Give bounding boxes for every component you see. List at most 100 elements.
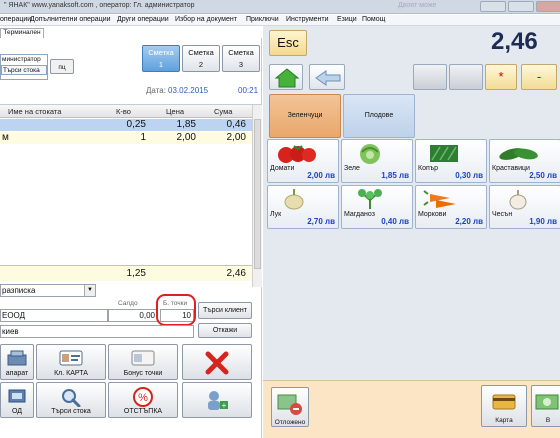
product-price: 1,90 лв [529,217,557,226]
card-payment-button[interactable]: Карта [481,385,527,427]
product-cucumbers[interactable]: Краставици 2,50 лв [489,139,560,183]
left-panel: министратор Търси стока пц Сметка 1 Смет… [0,38,262,438]
svg-text:%: % [138,392,148,404]
product-price: 2,70 лв [307,217,335,226]
cabbage-icon [360,144,380,164]
blank-button[interactable] [449,64,483,90]
table-row[interactable]: м 1 2,00 2,00 [0,132,252,144]
document-type-select[interactable]: разписка ▼ [0,284,96,297]
find-client-button[interactable]: Търси клиент [198,302,252,319]
onion-icon [284,189,304,210]
product-price: 2,20 лв [455,217,483,226]
back-button[interactable] [309,64,345,90]
product-dill[interactable]: Копър 0,30 лв [415,139,487,183]
blank-button[interactable] [413,64,447,90]
chevron-down-icon[interactable]: ▼ [84,285,95,296]
minus-button[interactable]: - [521,64,557,90]
esc-button[interactable]: Esc [269,30,307,56]
product-tomatoes[interactable]: Домати 2,00 лв [267,139,339,183]
menu-select-document[interactable]: Избор на документ [175,16,237,23]
pts-button[interactable]: пц [50,59,74,74]
product-name: Домати [270,165,295,172]
held-button[interactable]: Отложено [271,387,309,427]
close-window-button[interactable] [536,1,560,12]
cash-icon [535,394,559,410]
menu-operations[interactable]: операции [0,16,31,23]
highlight-ring [156,294,196,326]
menu-additional-operations[interactable]: Допълнителни операции [30,16,111,23]
function-button-label: Търси стока [51,408,91,415]
dill-icon [430,145,458,162]
arrow-left-icon [315,70,341,86]
operator-field[interactable]: киев [0,325,194,338]
cell-qty: 1 [140,132,146,143]
payment-strip: Отложено Карта В [263,380,560,438]
search-product-field[interactable]: Търси стока [1,65,47,75]
category-vegetables[interactable]: Зеленчуци [269,94,341,138]
window-title: " ЯНАК" www.yanaksoft.com , оператор: Гл… [4,2,195,9]
cancel-button[interactable]: Откажи [198,323,252,338]
cucumber-icon [499,148,538,160]
magnifier-icon [62,389,81,407]
menu-tools[interactable]: Инструменти [286,16,329,23]
tab-strip: Терминален [0,26,262,38]
right-panel: Esc 2,46 * - Зеленчуци Плодове Домати 2,… [263,26,560,438]
product-name: Зеле [344,165,360,172]
cash-label: В [545,417,551,424]
cash-register-button[interactable]: апарат [0,344,34,380]
product-name: Копър [418,165,439,172]
cash-register-icon [7,350,27,366]
delete-button[interactable] [182,344,252,380]
discount-button[interactable]: % ОТСТЪПКА [108,382,178,418]
bonus-card-icon [131,350,155,366]
col-sum-header: Сума [214,107,233,116]
function-button-label: Кл. КАРТА [54,370,88,377]
function-button-label: ОТСТЪПКА [123,408,163,415]
menu-languages[interactable]: Езици [337,16,357,23]
product-price: 2,50 лв [529,171,557,180]
bill-tab-number: 1 [158,60,164,69]
tab-terminal[interactable]: Терминален [0,28,44,38]
table-row[interactable]: 0,25 1,85 0,46 [0,119,252,131]
bill-tab-3[interactable]: Сметка 3 [222,45,260,72]
barcode-button[interactable]: ОД [0,382,34,418]
col-name-header: Име на стоката [8,107,62,116]
product-price: 2,00 лв [307,171,335,180]
menu-close[interactable]: Приключи [246,16,279,23]
product-onion[interactable]: Лук 2,70 лв [267,185,339,229]
add-user-button[interactable]: + [182,382,252,418]
minimize-button[interactable] [480,1,506,12]
client-card-button[interactable]: Кл. КАРТА [36,344,106,380]
cell-price: 2,00 [176,132,196,143]
product-price: 0,30 лв [455,171,483,180]
category-fruits[interactable]: Плодове [343,94,415,138]
grid-scrollbar[interactable] [252,105,262,287]
cell-qty: 0,25 [126,119,146,130]
bill-tab-number: 2 [198,60,204,69]
product-parsley[interactable]: Магданоз 0,40 лв [341,185,413,229]
menu-other-operations[interactable]: Други операции [117,16,169,23]
total-amount: 2,46 [491,28,538,55]
menu-help[interactable]: Помощ [362,16,385,23]
product-cabbage[interactable]: Зеле 1,85 лв [341,139,413,183]
cash-payment-button[interactable]: В [531,385,560,427]
product-garlic[interactable]: Чесън 1,90 лв [489,185,560,229]
client-name-field[interactable]: ЕООД [0,309,108,322]
bonus-points-button[interactable]: Бонус точки [108,344,178,380]
items-grid: Име на стоката К-во Цена Сума 0,25 1,85 … [0,104,262,287]
svg-text:+: + [222,401,227,410]
client-card-icon [59,350,83,366]
multiply-button[interactable]: * [485,64,517,90]
function-button-label: апарат [5,370,29,377]
grid-header: Име на стоката К-во Цена Сума [0,105,252,118]
bill-tab-2[interactable]: Сметка 2 [182,45,220,72]
scroll-thumb[interactable] [254,119,261,269]
product-carrots[interactable]: Моркови 2,20 лв [415,185,487,229]
card-label: Карта [495,417,513,424]
search-product-button[interactable]: Търси стока [36,382,106,418]
totals-row: 1,25 2,46 [0,265,252,281]
maximize-button[interactable] [508,1,534,12]
bill-tab-1[interactable]: Сметка 1 [142,45,180,72]
home-button[interactable] [269,64,303,90]
bill-tab-label: Сметка [148,48,174,57]
